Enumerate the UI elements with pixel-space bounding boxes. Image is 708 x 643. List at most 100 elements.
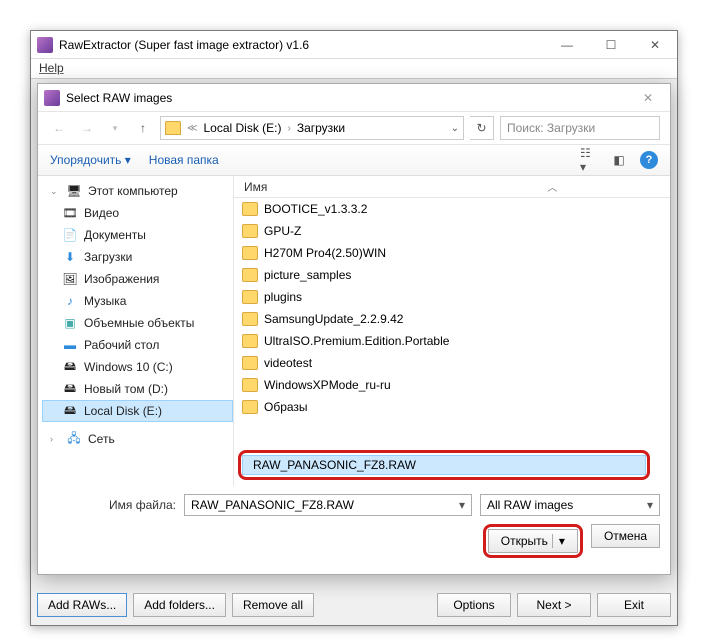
- video-icon: 🎞: [62, 206, 78, 220]
- cube-icon: ▣: [62, 316, 78, 330]
- drive-icon: 🖴: [62, 382, 78, 396]
- breadcrumb-folder[interactable]: Загрузки: [297, 121, 345, 135]
- new-folder-button[interactable]: Новая папка: [149, 153, 219, 167]
- documents-icon: 📄: [62, 228, 78, 242]
- chevron-right-icon: ›: [288, 123, 291, 134]
- next-button[interactable]: Next >: [517, 593, 591, 617]
- address-dropdown-icon[interactable]: ⌄: [451, 123, 459, 134]
- sidebar-item-drive-c[interactable]: 🖴Windows 10 (C:): [42, 356, 233, 378]
- folder-icon: [242, 334, 258, 348]
- folder-icon: [165, 121, 181, 135]
- column-header[interactable]: Имя ︿: [234, 176, 670, 198]
- add-raws-button[interactable]: Add RAWs...: [37, 593, 127, 617]
- nav-forward-button: →: [76, 117, 98, 139]
- folder-icon: [242, 378, 258, 392]
- file-row[interactable]: GPU-Z: [234, 220, 670, 242]
- computer-icon: 🖥: [66, 184, 82, 198]
- file-row[interactable]: BOOTICE_v1.3.3.2: [234, 198, 670, 220]
- dialog-titlebar: Select RAW images ✕: [38, 84, 670, 112]
- file-row[interactable]: picture_samples: [234, 264, 670, 286]
- file-row[interactable]: H270M Pro4(2.50)WIN: [234, 242, 670, 264]
- file-open-dialog: Select RAW images ✕ ← → ▾ ↑ ≪ Local Disk…: [37, 83, 671, 575]
- toolbar: Упорядочить ▾ Новая папка ☷ ▾ ◧ ?: [38, 144, 670, 176]
- folder-icon: [242, 224, 258, 238]
- options-button[interactable]: Options: [437, 593, 511, 617]
- open-button[interactable]: Открыть▾: [488, 529, 578, 553]
- search-input[interactable]: Поиск: Загрузки: [500, 116, 660, 140]
- sidebar-item-drive-d[interactable]: 🖴Новый том (D:): [42, 378, 233, 400]
- file-row[interactable]: Образы: [234, 396, 670, 418]
- help-icon[interactable]: ?: [640, 151, 658, 169]
- file-list: Имя ︿ BOOTICE_v1.3.3.2GPU-ZH270M Pro4(2.…: [234, 176, 670, 486]
- drive-icon: 🖴: [62, 404, 78, 418]
- view-mode-button[interactable]: ☷ ▾: [580, 151, 598, 169]
- address-bar[interactable]: ≪ Local Disk (E:) › Загрузки ⌄: [160, 116, 464, 140]
- highlight-annotation: Открыть▾: [483, 524, 583, 558]
- pictures-icon: 🖼: [62, 272, 78, 286]
- desktop-icon: ▬: [62, 338, 78, 352]
- file-row[interactable]: plugins: [234, 286, 670, 308]
- cancel-button[interactable]: Отмена: [591, 524, 660, 548]
- dialog-title: Select RAW images: [66, 91, 172, 105]
- drive-icon: 🖴: [62, 360, 78, 374]
- selected-file-row[interactable]: RAW_PANASONIC_FZ8.RAW: [242, 455, 646, 475]
- main-window: RawExtractor (Super fast image extractor…: [30, 30, 678, 626]
- search-placeholder: Поиск: Загрузки: [507, 121, 595, 135]
- expand-icon[interactable]: ⌄: [50, 186, 60, 197]
- app-icon: [37, 37, 53, 53]
- sidebar-item-documents[interactable]: 📄Документы: [42, 224, 233, 246]
- folder-icon: [242, 312, 258, 326]
- sidebar-item-3d[interactable]: ▣Объемные объекты: [42, 312, 233, 334]
- file-row[interactable]: UltraISO.Premium.Edition.Portable: [234, 330, 670, 352]
- nav-history-button[interactable]: ▾: [104, 117, 126, 139]
- expand-icon[interactable]: ›: [50, 434, 60, 444]
- folder-icon: [242, 356, 258, 370]
- nav-up-button[interactable]: ↑: [132, 117, 154, 139]
- refresh-button[interactable]: ↻: [470, 116, 494, 140]
- sort-indicator-icon: ︿: [547, 179, 557, 194]
- sidebar-item-downloads[interactable]: ⬇Загрузки: [42, 246, 233, 268]
- folder-icon: [242, 268, 258, 282]
- menu-bar: Help: [31, 59, 677, 79]
- folder-icon: [242, 400, 258, 414]
- filename-label: Имя файла:: [48, 498, 176, 512]
- folder-icon: [242, 202, 258, 216]
- folder-icon: [242, 246, 258, 260]
- preview-pane-button[interactable]: ◧: [610, 151, 628, 169]
- sidebar-item-music[interactable]: ♪Музыка: [42, 290, 233, 312]
- file-row[interactable]: WindowsXPMode_ru-ru: [234, 374, 670, 396]
- chevron-icon: ≪: [187, 123, 197, 134]
- remove-all-button[interactable]: Remove all: [232, 593, 314, 617]
- sidebar-item-desktop[interactable]: ▬Рабочий стол: [42, 334, 233, 356]
- nav-row: ← → ▾ ↑ ≪ Local Disk (E:) › Загрузки ⌄ ↻…: [38, 112, 670, 144]
- main-titlebar: RawExtractor (Super fast image extractor…: [31, 31, 677, 59]
- folder-icon: [242, 290, 258, 304]
- sidebar-item-video[interactable]: 🎞Видео: [42, 202, 233, 224]
- breadcrumb-drive[interactable]: Local Disk (E:): [203, 121, 281, 135]
- maximize-button[interactable]: ☐: [589, 31, 633, 59]
- nav-back-button[interactable]: ←: [48, 117, 70, 139]
- dialog-icon: [44, 90, 60, 106]
- main-button-bar: Add RAWs... Add folders... Remove all Op…: [37, 591, 671, 619]
- sidebar-this-pc[interactable]: ⌄ 🖥 Этот компьютер: [42, 180, 233, 202]
- music-icon: ♪: [62, 294, 78, 308]
- menu-help[interactable]: Help: [39, 61, 64, 75]
- exit-button[interactable]: Exit: [597, 593, 671, 617]
- sidebar-item-pictures[interactable]: 🖼Изображения: [42, 268, 233, 290]
- network-icon: 🖧: [66, 432, 82, 446]
- minimize-button[interactable]: —: [545, 31, 589, 59]
- file-row[interactable]: videotest: [234, 352, 670, 374]
- window-title: RawExtractor (Super fast image extractor…: [59, 38, 309, 52]
- sidebar-tree[interactable]: ⌄ 🖥 Этот компьютер 🎞Видео 📄Документы ⬇За…: [38, 176, 234, 486]
- downloads-icon: ⬇: [62, 250, 78, 264]
- sidebar-item-drive-e[interactable]: 🖴Local Disk (E:): [42, 400, 233, 422]
- close-button[interactable]: ✕: [633, 31, 677, 59]
- filename-input[interactable]: RAW_PANASONIC_FZ8.RAW: [184, 494, 472, 516]
- file-row[interactable]: SamsungUpdate_2.2.9.42: [234, 308, 670, 330]
- add-folders-button[interactable]: Add folders...: [133, 593, 226, 617]
- filetype-select[interactable]: All RAW images: [480, 494, 660, 516]
- organize-button[interactable]: Упорядочить ▾: [50, 153, 131, 167]
- file-scroll-area[interactable]: BOOTICE_v1.3.3.2GPU-ZH270M Pro4(2.50)WIN…: [234, 198, 670, 458]
- dialog-close-button[interactable]: ✕: [626, 84, 670, 112]
- sidebar-network[interactable]: › 🖧 Сеть: [42, 428, 233, 450]
